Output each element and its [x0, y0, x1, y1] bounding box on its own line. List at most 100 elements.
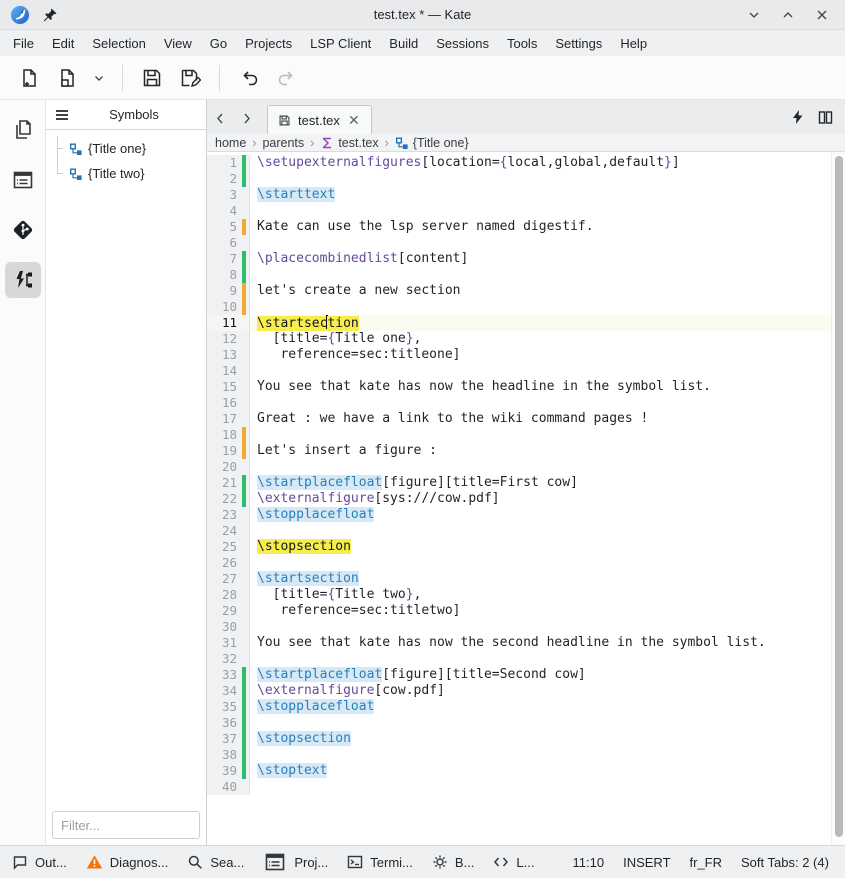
code-text: \placecombinedlist[content] [249, 251, 831, 267]
code-line-24[interactable]: 24 [207, 523, 831, 539]
code-line-19[interactable]: 19Let's insert a figure : [207, 443, 831, 459]
code-line-32[interactable]: 32 [207, 651, 831, 667]
code-line-35[interactable]: 35\stopplacefloat [207, 699, 831, 715]
code-line-18[interactable]: 18 [207, 427, 831, 443]
menu-item-selection[interactable]: Selection [83, 33, 154, 54]
menu-item-go[interactable]: Go [201, 33, 236, 54]
breadcrumb-item-title-one[interactable]: {Title one} [395, 136, 469, 150]
code-line-39[interactable]: 39\stoptext [207, 763, 831, 779]
editor[interactable]: 1\setupexternalfigures[location={local,g… [207, 152, 845, 845]
statusbar-soft-tabs-2-4[interactable]: Soft Tabs: 2 (4) [741, 855, 829, 870]
sidebar-tool-documents[interactable] [5, 112, 41, 148]
code-line-37[interactable]: 37\stopsection [207, 731, 831, 747]
sidebar-tool-project-list[interactable] [5, 162, 41, 198]
hamburger-menu-icon[interactable] [54, 107, 70, 123]
breadcrumb-item-home[interactable]: home [215, 136, 246, 150]
statusbar-fr-fr[interactable]: fr_FR [690, 855, 723, 870]
code-line-38[interactable]: 38 [207, 747, 831, 763]
menu-item-tools[interactable]: Tools [498, 33, 546, 54]
code-line-36[interactable]: 36 [207, 715, 831, 731]
code-line-9[interactable]: 9let's create a new section [207, 283, 831, 299]
code-line-16[interactable]: 16 [207, 395, 831, 411]
menu-item-lsp-client[interactable]: LSP Client [301, 33, 380, 54]
sidebar-tool-git[interactable] [5, 212, 41, 248]
line-gutter: 31 [207, 635, 249, 651]
scrollbar-thumb[interactable] [835, 156, 843, 837]
statusbar-termi[interactable]: Termi... [347, 854, 413, 870]
save-as-button[interactable] [173, 61, 207, 95]
code-line-1[interactable]: 1\setupexternalfigures[location={local,g… [207, 155, 831, 171]
code-line-4[interactable]: 4 [207, 203, 831, 219]
statusbar-out[interactable]: Out... [12, 854, 67, 870]
breadcrumb-item-test-tex[interactable]: test.tex [320, 136, 378, 150]
editor-scrollbar[interactable] [831, 152, 845, 845]
menu-item-help[interactable]: Help [611, 33, 656, 54]
code-line-22[interactable]: 22\externalfigure[sys:///cow.pdf] [207, 491, 831, 507]
menu-item-view[interactable]: View [155, 33, 201, 54]
statusbar-sea[interactable]: Sea... [187, 854, 244, 870]
undo-button[interactable] [232, 61, 266, 95]
menu-item-file[interactable]: File [4, 33, 43, 54]
code-line-14[interactable]: 14 [207, 363, 831, 379]
code-line-23[interactable]: 23\stopplacefloat [207, 507, 831, 523]
code-line-6[interactable]: 6 [207, 235, 831, 251]
speech-bubble-icon [12, 854, 28, 870]
statusbar-proj[interactable]: Proj... [263, 850, 328, 874]
code-line-29[interactable]: 29 reference=sec:titletwo] [207, 603, 831, 619]
code-line-5[interactable]: 5Kate can use the lsp server named diges… [207, 219, 831, 235]
code-text: Great : we have a link to the wiki comma… [249, 411, 831, 427]
new-document-button[interactable] [12, 61, 46, 95]
tab-close-icon[interactable]: ✕ [347, 112, 361, 129]
chevron-down-button[interactable] [88, 61, 110, 95]
code-line-10[interactable]: 10 [207, 299, 831, 315]
statusbar-insert[interactable]: INSERT [623, 855, 670, 870]
symbols-item-title-two[interactable]: {Title two} [46, 161, 206, 186]
statusbar-diagnos[interactable]: Diagnos... [86, 854, 169, 870]
code-line-25[interactable]: 25\stopsection [207, 539, 831, 555]
code-line-13[interactable]: 13 reference=sec:titleone] [207, 347, 831, 363]
code-line-12[interactable]: 12 [title={Title one}, [207, 331, 831, 347]
code-line-15[interactable]: 15You see that kate has now the headline… [207, 379, 831, 395]
code-line-3[interactable]: 3\starttext [207, 187, 831, 203]
menu-item-edit[interactable]: Edit [43, 33, 83, 54]
code-line-20[interactable]: 20 [207, 459, 831, 475]
code-line-26[interactable]: 26 [207, 555, 831, 571]
code-line-27[interactable]: 27\startsection [207, 571, 831, 587]
breadcrumb-item-parents[interactable]: parents [262, 136, 304, 150]
code-line-40[interactable]: 40 [207, 779, 831, 795]
line-number: 30 [207, 619, 237, 635]
code-line-30[interactable]: 30 [207, 619, 831, 635]
menu-item-sessions[interactable]: Sessions [427, 33, 498, 54]
code-line-33[interactable]: 33\startplacefloat[figure][title=Second … [207, 667, 831, 683]
code-line-21[interactable]: 21\startplacefloat[figure][title=First c… [207, 475, 831, 491]
menu-item-projects[interactable]: Projects [236, 33, 301, 54]
save-button[interactable] [135, 61, 169, 95]
code-line-7[interactable]: 7\placecombinedlist[content] [207, 251, 831, 267]
symbols-item-title-one[interactable]: {Title one} [46, 136, 206, 161]
code-line-11[interactable]: 11\startsection [207, 315, 831, 331]
code-line-28[interactable]: 28 [title={Title two}, [207, 587, 831, 603]
code-line-2[interactable]: 2 [207, 171, 831, 187]
tab-test-tex[interactable]: test.tex ✕ [267, 105, 372, 134]
context-file-icon [320, 136, 334, 150]
sidebar-tool-symbols-outline[interactable] [5, 262, 41, 298]
menu-item-settings[interactable]: Settings [546, 33, 611, 54]
menu-item-build[interactable]: Build [380, 33, 427, 54]
symbols-filter-input[interactable] [52, 811, 200, 839]
split-view-icon[interactable] [818, 110, 833, 125]
close-button[interactable] [809, 3, 835, 27]
open-document-button[interactable] [50, 61, 84, 95]
statusbar-b[interactable]: B... [432, 854, 475, 870]
code-line-34[interactable]: 34\externalfigure[cow.pdf] [207, 683, 831, 699]
minimize-button[interactable] [741, 3, 767, 27]
code-line-31[interactable]: 31You see that kate has now the second h… [207, 635, 831, 651]
quick-open-icon[interactable] [792, 110, 804, 124]
maximize-button[interactable] [775, 3, 801, 27]
back-icon[interactable] [207, 103, 233, 133]
code-line-17[interactable]: 17Great : we have a link to the wiki com… [207, 411, 831, 427]
code-line-8[interactable]: 8 [207, 267, 831, 283]
forward-icon[interactable] [233, 103, 259, 133]
statusbar-l[interactable]: L... [493, 854, 534, 870]
statusbar-11-10[interactable]: 11:10 [573, 855, 605, 870]
code-text [249, 299, 831, 315]
